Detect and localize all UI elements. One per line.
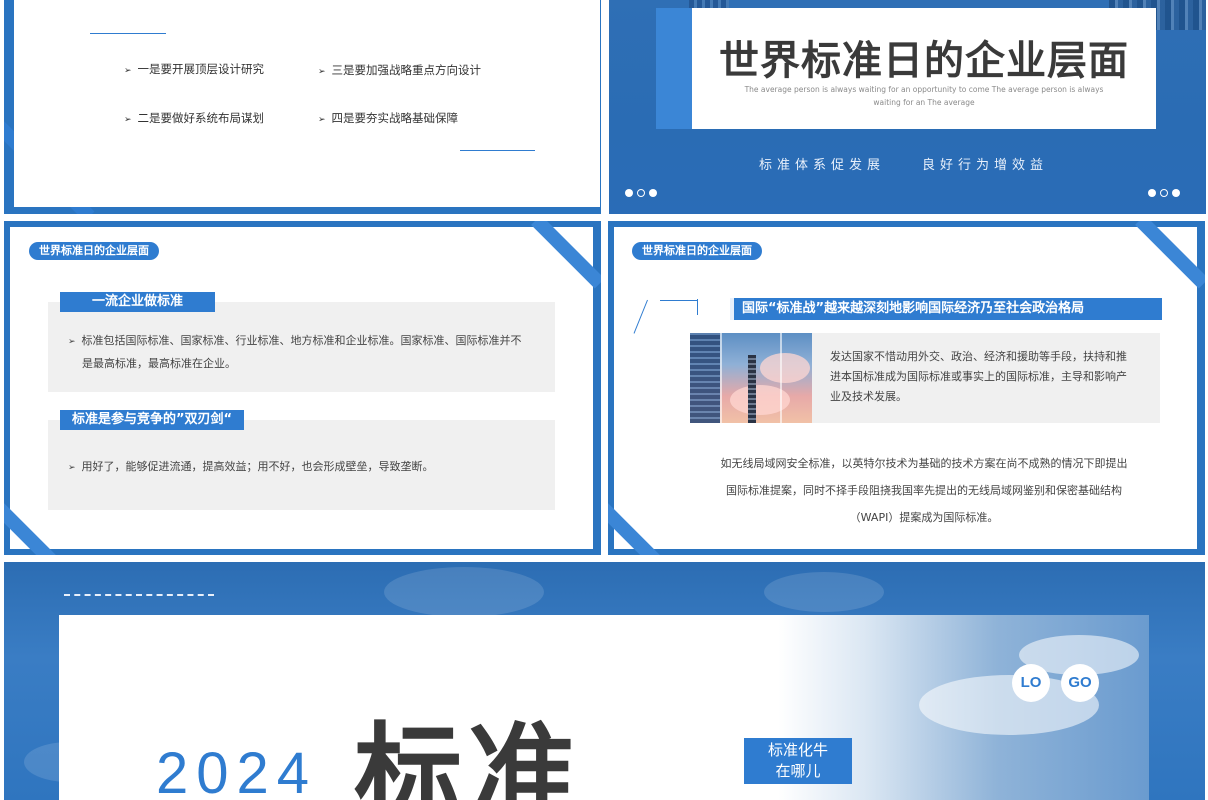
dot-outline-icon: [637, 189, 645, 197]
bullet-item: ➢ 三是要加强战略重点方向设计: [318, 63, 482, 77]
cover-title: 标准: [354, 713, 583, 800]
slogan-right: 良好行为增效益: [922, 158, 1049, 173]
slogan-left: 标准体系促发展: [759, 158, 886, 173]
decor-line: [90, 33, 166, 34]
section-tag: 世界标准日的企业层面: [29, 242, 159, 260]
content-box-2: ➢ 用好了，能够促进流通，提高效益；用不好，也会形成壁垒，导致垄断。: [48, 420, 555, 510]
dot-icon: [625, 189, 633, 197]
arrow-bullet-icon: ➢: [124, 66, 132, 76]
title-card: 世界标准日的企业层面 The average person is always …: [692, 8, 1156, 129]
cloud-decor: [384, 567, 544, 617]
slide-thumbnail-3[interactable]: 世界标准日的企业层面 ➢ 标准包括国际标准、国家标准、行业标准、地方标准和企业标准…: [4, 221, 601, 555]
arrow-bullet-icon: ➢: [318, 67, 326, 77]
arrow-bullet-icon: ➢: [318, 115, 326, 125]
slide-thumbnail-5[interactable]: LO GO 2024 标准 标准化牛 在哪儿: [4, 562, 1205, 800]
slide-1-content: ➢ 一是要开展顶层设计研究 ➢ 三是要加强战略重点方向设计 ➢ 二是要做好系统布局谋划…: [14, 0, 600, 207]
slide-thumbnail-4[interactable]: 世界标准日的企业层面 国际“标准战”越来越深刻地影响国际经济乃至社会政治格局 发…: [608, 221, 1205, 555]
headline: 国际“标准战”越来越深刻地影响国际经济乃至社会政治格局: [742, 301, 1085, 316]
pager-dots-left: [625, 189, 657, 197]
image-text-box: 发达国家不惜动用外交、政治、经济和援助等手段，扶持和推 进本国标准成为国际标准或…: [690, 333, 1160, 423]
accent-block: [656, 8, 696, 129]
dot-outline-icon: [1160, 189, 1168, 197]
arrow-bullet-icon: ➢: [124, 115, 132, 125]
dot-icon: [649, 189, 657, 197]
box-1-text: ➢ 标准包括国际标准、国家标准、行业标准、地方标准和企业标准。国家标准、国际标准并…: [68, 334, 522, 370]
bullet-item: ➢ 二是要做好系统布局谋划: [124, 111, 265, 125]
slide-thumbnail-1[interactable]: ➢ 一是要开展顶层设计研究 ➢ 三是要加强战略重点方向设计 ➢ 二是要做好系统布局谋划…: [4, 0, 601, 214]
sky-tower-photo: [690, 333, 812, 423]
decor-bracket: [633, 299, 648, 334]
bullet-item: ➢ 四是要夯实战略基础保障: [318, 111, 459, 125]
decor-bracket: [660, 300, 698, 301]
image-box-text: 发达国家不惜动用外交、政治、经济和援助等手段，扶持和推 进本国标准成为国际标准或…: [830, 350, 1127, 403]
slide-subtitle: The average person is always waiting for…: [744, 85, 1104, 107]
arrow-bullet-icon: ➢: [68, 463, 76, 473]
dot-icon: [1148, 189, 1156, 197]
pager-dots-right: [1148, 189, 1180, 197]
bullet-item: ➢ 一是要开展顶层设计研究: [124, 62, 265, 76]
slide-title: 世界标准日的企业层面: [719, 38, 1129, 84]
headline-bar-accent: [730, 298, 734, 320]
logo-badge-left: LO: [1012, 664, 1050, 702]
cover-label: 标准化牛 在哪儿: [744, 738, 852, 784]
slide-3-content: 世界标准日的企业层面 ➢ 标准包括国际标准、国家标准、行业标准、地方标准和企业标准…: [10, 227, 593, 549]
slide-4-content: 世界标准日的企业层面 国际“标准战”越来越深刻地影响国际经济乃至社会政治格局 发…: [614, 227, 1197, 549]
box-1-title: 一流企业做标准: [60, 292, 215, 312]
decor-bracket: [697, 299, 698, 315]
cloud-decor: [764, 572, 884, 612]
decor-dashed-line: [64, 594, 214, 596]
section-tag: 世界标准日的企业层面: [632, 242, 762, 260]
example-paragraph: 如无线局域网安全标准，以英特尔技术为基础的技术方案在尚不成熟的情况下即提出 国际…: [720, 457, 1128, 524]
logo-badge-right: GO: [1061, 664, 1099, 702]
cover-year: 2024: [156, 741, 318, 800]
box-2-title: 标准是参与竞争的”双刃剑“: [60, 410, 245, 430]
content-box-1: ➢ 标准包括国际标准、国家标准、行业标准、地方标准和企业标准。国家标准、国际标准并…: [48, 302, 555, 392]
decor-line: [460, 150, 535, 151]
dot-icon: [1172, 189, 1180, 197]
box-2-text: ➢ 用好了，能够促进流通，提高效益；用不好，也会形成壁垒，导致垄断。: [68, 460, 434, 473]
slide-thumbnail-2[interactable]: 世界标准日的企业层面 The average person is always …: [609, 0, 1206, 214]
photo-tower: [748, 355, 756, 423]
arrow-bullet-icon: ➢: [68, 337, 76, 347]
photo-building: [690, 333, 720, 423]
